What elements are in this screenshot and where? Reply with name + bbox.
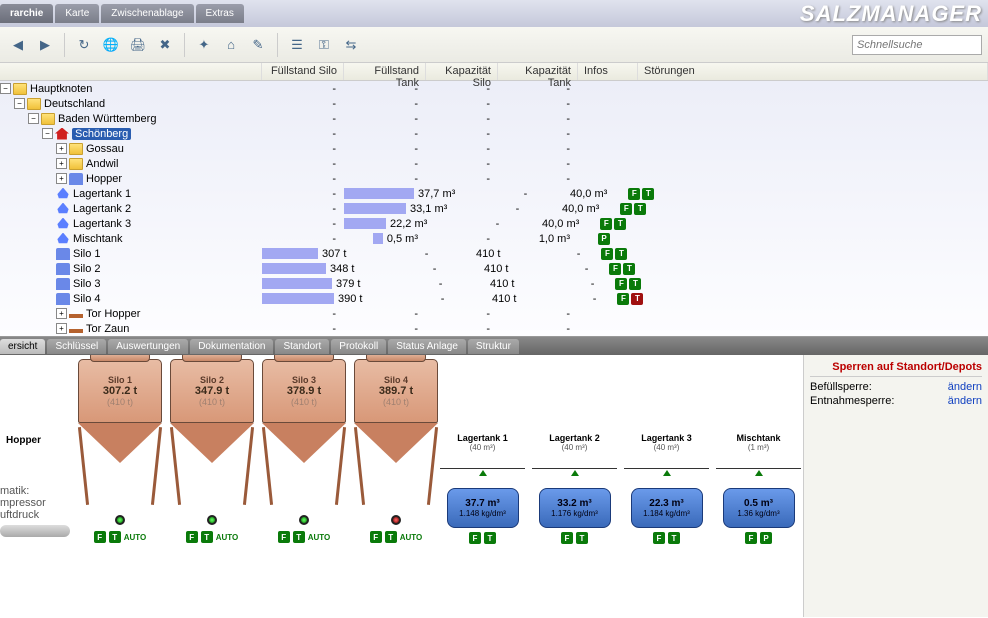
brand-title: SALZMANAGER [800, 1, 988, 27]
scada-canvas: Hopper matik:mpressoruftdruck Silo 1307.… [0, 355, 803, 617]
tree-row[interactable]: Lagertank 3-22,2 m³-40,0 m³FT [0, 216, 988, 231]
search-input[interactable] [852, 35, 982, 55]
edit-icon[interactable]: ✎ [246, 33, 270, 57]
tree-row[interactable]: −Baden Württemberg---- [0, 111, 988, 126]
subtab-bar: ersichtSchlüsselAuswertungenDokumentatio… [0, 337, 988, 355]
col-stoerungen[interactable]: Störungen [638, 63, 988, 80]
silo-graphic-1[interactable]: Silo 1307.2 t(410 t)FTAUTO [74, 359, 166, 543]
system-labels: matik:mpressoruftdruck [0, 485, 46, 521]
menu-extras[interactable]: Extras [196, 4, 244, 23]
menu-bar: rarchieKarteZwischenablageExtras SALZMAN… [0, 0, 988, 27]
take-lock-change[interactable]: ändern [948, 395, 982, 407]
col-fuellstand-tank[interactable]: Füllstand Tank [344, 63, 426, 80]
tree-row[interactable]: +Tor Hopper---- [0, 306, 988, 321]
spark-icon[interactable]: ✦ [192, 33, 216, 57]
subtab-schlüssel[interactable]: Schlüssel [47, 339, 106, 354]
tree-row[interactable]: −Schönberg---- [0, 126, 988, 141]
back-icon[interactable]: ◀ [6, 33, 30, 57]
tree-row[interactable]: +Tor Zaun---- [0, 321, 988, 336]
fill-lock-change[interactable]: ändern [948, 381, 982, 393]
pipe [0, 525, 70, 537]
col-infos[interactable]: Infos [578, 63, 638, 80]
menu-zwischenablage[interactable]: Zwischenablage [101, 4, 193, 23]
subtab-standort[interactable]: Standort [275, 339, 329, 354]
key-icon[interactable]: ⚿ [312, 33, 336, 57]
silo-graphic-4[interactable]: Silo 4389.7 t(410 t)FTAUTO [350, 359, 442, 543]
globe-icon[interactable]: 🌐 [99, 33, 123, 57]
tank-graphic-1[interactable]: Lagertank 1(40 m³)37.7 m³1.148 kg/dm³FT [440, 433, 525, 544]
tree-row[interactable]: Lagertank 2-33,1 m³-40,0 m³FT [0, 201, 988, 216]
side-title: Sperren auf Standort/Depots [810, 361, 982, 377]
tree-row[interactable]: Silo 3379 t-410 t-FT [0, 276, 988, 291]
tank-graphic-2[interactable]: Lagertank 2(40 m³)33.2 m³1.176 kg/dm³FT [532, 433, 617, 544]
menu-rarchie[interactable]: rarchie [0, 4, 53, 23]
tree-row[interactable]: Silo 1307 t-410 t-FT [0, 246, 988, 261]
subtab-auswertungen[interactable]: Auswertungen [108, 339, 188, 354]
column-headers: Füllstand Silo Füllstand Tank Kapazität … [0, 63, 988, 81]
home-icon[interactable]: ⌂ [219, 33, 243, 57]
status-light [299, 515, 309, 525]
subtab-struktur[interactable]: Struktur [468, 339, 519, 354]
silo-graphic-3[interactable]: Silo 3378.9 t(410 t)FTAUTO [258, 359, 350, 543]
tree-row[interactable]: +Andwil---- [0, 156, 988, 171]
tree-row[interactable]: +Gossau---- [0, 141, 988, 156]
toolbar: ◀▶ ↻🌐🖨✖ ✦⌂✎ ☰⚿⇆ [0, 27, 988, 63]
canvas-area: Hopper matik:mpressoruftdruck Silo 1307.… [0, 355, 988, 617]
col-fuellstand-silo[interactable]: Füllstand Silo [262, 63, 344, 80]
refresh-icon[interactable]: ↻ [72, 33, 96, 57]
subtab-status anlage[interactable]: Status Anlage [388, 339, 466, 354]
side-panel: Sperren auf Standort/Depots Befüllsperre… [803, 355, 988, 617]
hopper-label: Hopper [6, 435, 41, 446]
tree-row[interactable]: Silo 2348 t-410 t-FT [0, 261, 988, 276]
menu-karte[interactable]: Karte [55, 4, 99, 23]
tank-graphic-4[interactable]: Mischtank(1 m³)0.5 m³1.36 kg/dm³FP [716, 433, 801, 544]
tree-view[interactable]: −Hauptknoten----−Deutschland----−Baden W… [0, 81, 988, 337]
subtab-ersicht[interactable]: ersicht [0, 339, 45, 354]
fwd-icon[interactable]: ▶ [33, 33, 57, 57]
col-kapazitaet-silo[interactable]: Kapazität Silo [426, 63, 498, 80]
list-icon[interactable]: ☰ [285, 33, 309, 57]
switch-icon[interactable]: ⇆ [339, 33, 363, 57]
silo-graphic-2[interactable]: Silo 2347.9 t(410 t)FTAUTO [166, 359, 258, 543]
fill-lock-label: Befüllsperre: [810, 381, 872, 393]
tree-row[interactable]: +Hopper---- [0, 171, 988, 186]
take-lock-label: Entnahmesperre: [810, 395, 894, 407]
subtab-protokoll[interactable]: Protokoll [331, 339, 386, 354]
tree-row[interactable]: −Hauptknoten---- [0, 81, 988, 96]
print-icon[interactable]: 🖨 [126, 33, 150, 57]
delete-icon[interactable]: ✖ [153, 33, 177, 57]
subtab-dokumentation[interactable]: Dokumentation [190, 339, 273, 354]
status-light [391, 515, 401, 525]
tank-graphic-3[interactable]: Lagertank 3(40 m³)22.3 m³1.184 kg/dm³FT [624, 433, 709, 544]
tree-row[interactable]: Lagertank 1-37,7 m³-40,0 m³FT [0, 186, 988, 201]
tree-row[interactable]: Silo 4390 t-410 t-FT [0, 291, 988, 306]
tree-row[interactable]: −Deutschland---- [0, 96, 988, 111]
tree-row[interactable]: Mischtank-0,5 m³-1,0 m³P [0, 231, 988, 246]
status-light [115, 515, 125, 525]
status-light [207, 515, 217, 525]
col-kapazitaet-tank[interactable]: Kapazität Tank [498, 63, 578, 80]
